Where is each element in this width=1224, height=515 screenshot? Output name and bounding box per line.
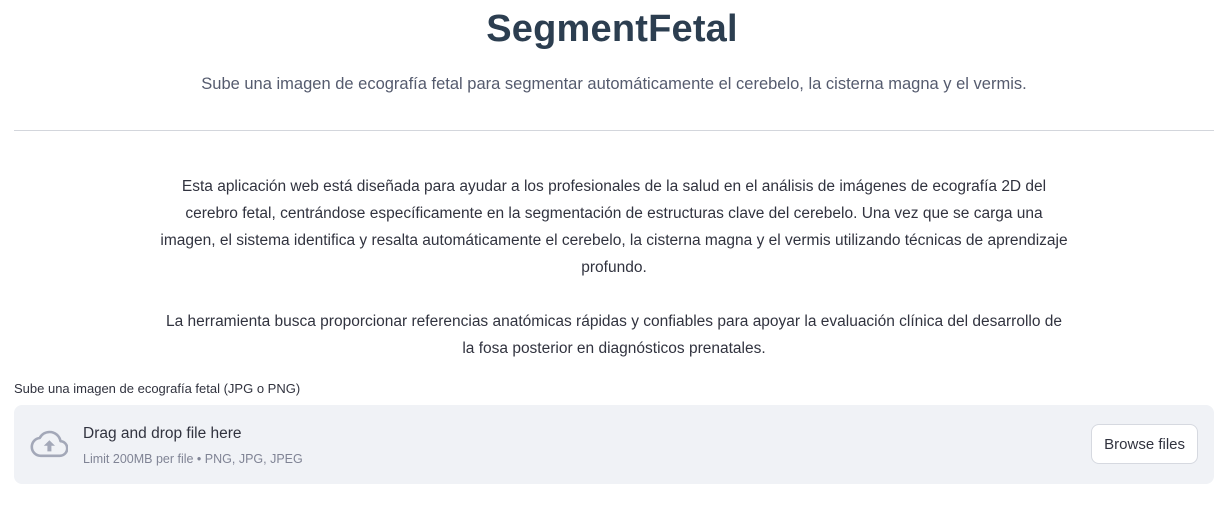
divider [14, 130, 1214, 131]
page-subtitle: Sube una imagen de ecografía fetal para … [201, 75, 1027, 93]
page-title: SegmentFetal [486, 8, 738, 50]
dropzone-instruction: Drag and drop file here [83, 425, 242, 442]
cloud-upload-icon [30, 430, 68, 458]
file-uploader-label: Sube una imagen de ecografía fetal (JPG … [14, 381, 301, 396]
description-paragraph-2: La herramienta busca proporcionar refere… [165, 313, 1063, 357]
app-page: SegmentFetal Sube una imagen de ecografí… [0, 0, 1224, 515]
browse-files-button[interactable]: Browse files [1091, 424, 1198, 464]
file-dropzone[interactable]: Drag and drop file here Limit 200MB per … [14, 405, 1214, 484]
dropzone-limit-text: Limit 200MB per file • PNG, JPG, JPEG [83, 452, 303, 466]
description-paragraph-1: Esta aplicación web está diseñada para a… [160, 178, 1068, 276]
